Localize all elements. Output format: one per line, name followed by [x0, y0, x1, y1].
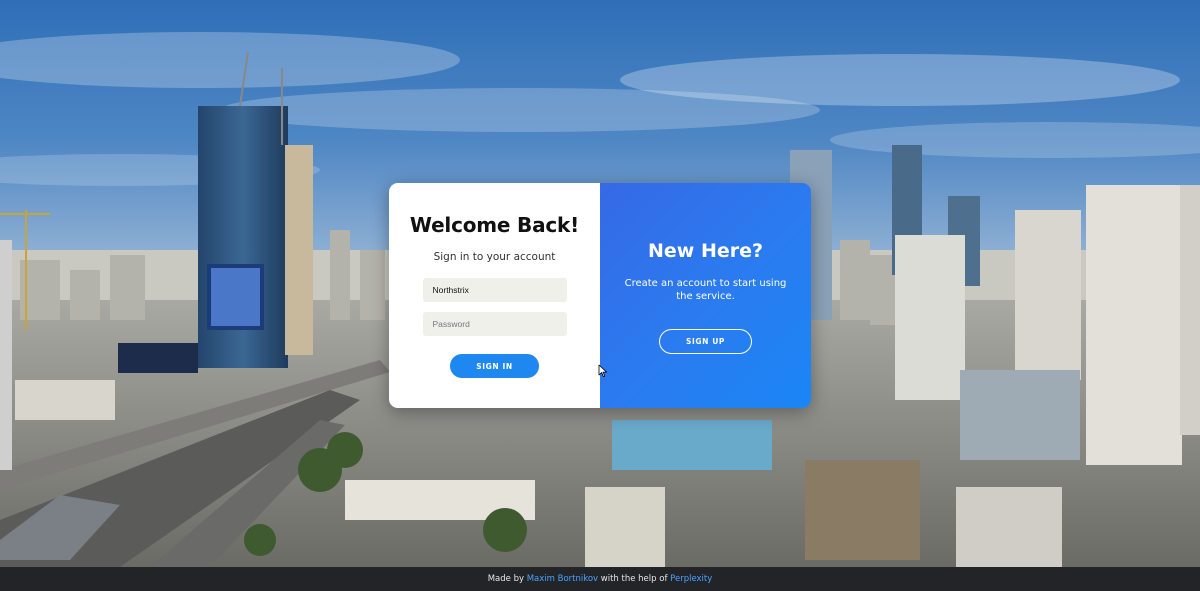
signup-panel: New Here? Create an account to start usi… [600, 183, 811, 408]
password-input[interactable] [422, 312, 567, 336]
username-input[interactable] [422, 278, 567, 302]
signup-button[interactable]: SIGN UP [659, 329, 752, 354]
footer-made-by-text: Made by [487, 574, 527, 584]
perplexity-link[interactable]: Perplexity [670, 574, 712, 584]
footer: Made by Maxim Bortnikov with the help of… [0, 567, 1200, 591]
signup-title: New Here? [647, 240, 764, 262]
page: Welcome Back! Sign in to your account SI… [0, 0, 1200, 591]
signin-title: Welcome Back! [409, 213, 580, 237]
signup-description: Create an account to start using the ser… [624, 278, 787, 302]
signin-button[interactable]: SIGN IN [450, 354, 539, 378]
footer-middle-text: with the help of [598, 574, 671, 584]
signin-panel: Welcome Back! Sign in to your account SI… [389, 183, 600, 408]
mouse-pointer-icon [598, 364, 607, 377]
signin-subtitle: Sign in to your account [433, 251, 556, 263]
author-link[interactable]: Maxim Bortnikov [527, 574, 598, 584]
